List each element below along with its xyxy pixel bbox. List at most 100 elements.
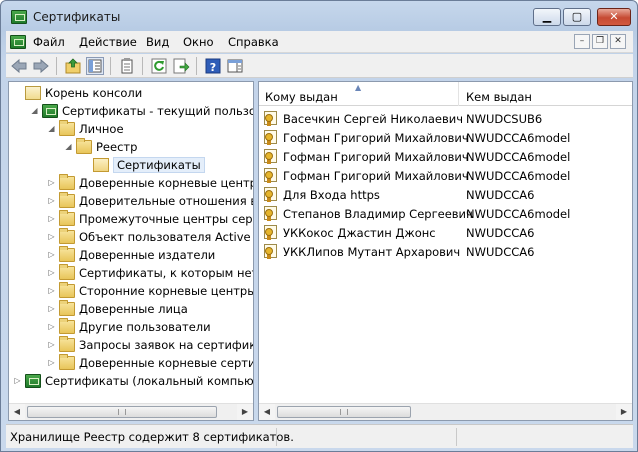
scroll-thumb[interactable] <box>277 406 411 418</box>
close-button[interactable]: ✕ <box>597 8 631 26</box>
document-icon[interactable] <box>10 35 26 49</box>
tree-item[interactable]: ▷ Доверенные издатели <box>9 246 253 264</box>
issued-to-cell: УККЛипов Мутант Архарович <box>283 245 461 259</box>
column-issued-by[interactable]: Кем выдан <box>460 82 632 106</box>
tree-item[interactable]: ▷ Другие пользователи <box>9 318 253 336</box>
tree-item[interactable]: ▷ Доверенные корневые сертифик <box>9 354 253 372</box>
table-row[interactable]: Гофман Григорий Михайлович NWUDCCA6model <box>259 166 632 185</box>
certificate-icon <box>264 130 280 145</box>
collapse-arrow-icon[interactable]: ◢ <box>30 106 39 115</box>
title-bar[interactable]: Сертификаты ▁ ▢ ✕ <box>1 1 637 31</box>
tree-item[interactable]: Сертификаты <box>9 156 253 174</box>
tree-item-label: Доверенные лица <box>79 302 188 316</box>
help-button[interactable]: ? <box>204 57 222 75</box>
menu-window[interactable]: Окно <box>183 35 214 49</box>
folder-icon <box>59 120 75 136</box>
minimize-button[interactable]: ▁ <box>533 8 561 26</box>
up-level-button[interactable] <box>64 57 82 75</box>
expand-arrow-icon[interactable]: ▷ <box>47 268 56 277</box>
help-icon: ? <box>205 58 221 74</box>
scroll-left-icon[interactable]: ◀ <box>259 404 275 420</box>
folder-icon <box>59 318 75 334</box>
tree-item[interactable]: ▷ Запросы заявок на сертификат <box>9 336 253 354</box>
tree-item[interactable]: ▷ Объект пользователя Active Direc <box>9 228 253 246</box>
tree-item-label: Объект пользователя Active Direc <box>79 230 253 244</box>
certificates-app-icon <box>11 10 27 24</box>
menu-bar: Файл Действие Вид Окно Справка – ❐ ✕ <box>6 31 633 53</box>
console-tree[interactable]: Корень консоли ◢ Сертификаты - текущий пол… <box>8 81 254 421</box>
tree-item[interactable]: ▷ Сертификаты, к которым нет до <box>9 264 253 282</box>
tree-item[interactable]: ◢ Личное <box>9 120 253 138</box>
expand-arrow-icon[interactable]: ▷ <box>47 304 56 313</box>
action-pane-button[interactable] <box>226 57 244 75</box>
column-issued-to[interactable]: ▲ Кому выдан <box>259 82 459 106</box>
mdi-close-button[interactable]: ✕ <box>610 34 626 49</box>
refresh-button[interactable] <box>150 57 168 75</box>
table-row[interactable]: Гофман Григорий Михайлович NWUDCCA6model <box>259 147 632 166</box>
back-button[interactable] <box>10 57 28 75</box>
scroll-right-icon[interactable]: ▶ <box>237 404 253 420</box>
tree-item-label: Другие пользователи <box>79 320 211 334</box>
expand-arrow-icon[interactable]: ▷ <box>47 232 56 241</box>
table-row[interactable]: Гофман Григорий Михайлович NWUDCCA6model <box>259 128 632 147</box>
expand-arrow-icon[interactable]: ▷ <box>47 358 56 367</box>
tree-item-label: Доверенные издатели <box>79 248 216 262</box>
tree-horizontal-scrollbar[interactable]: ◀ ▶ <box>9 403 253 420</box>
folder-icon <box>59 210 75 226</box>
expand-arrow-icon[interactable]: ▷ <box>47 286 56 295</box>
tree-item[interactable]: ◢ Реестр <box>9 138 253 156</box>
mdi-minimize-button[interactable]: – <box>574 34 590 49</box>
certificate-icon <box>264 244 280 259</box>
menu-help[interactable]: Справка <box>228 35 279 49</box>
table-row[interactable]: Для Входа https NWUDCCA6 <box>259 185 632 204</box>
folder-icon <box>59 174 75 190</box>
expand-arrow-icon[interactable]: ▷ <box>47 214 56 223</box>
results-list[interactable]: ▲ Кому выдан Кем выдан Васечкин Сергей Н… <box>258 81 633 421</box>
properties-button[interactable] <box>118 57 136 75</box>
tree-item[interactable]: ▷ Доверенные лица <box>9 300 253 318</box>
properties-icon <box>121 58 133 74</box>
expand-arrow-icon[interactable]: ▷ <box>47 250 56 259</box>
tree-item[interactable]: ▷ Доверенные корневые центры с <box>9 174 253 192</box>
tree-item[interactable]: ▷ Доверительные отношения в пр <box>9 192 253 210</box>
folder-open-icon <box>93 158 109 172</box>
folder-icon <box>59 282 75 298</box>
tree-item-label: Доверенные корневые сертифик <box>79 356 253 370</box>
expand-arrow-icon[interactable]: ▷ <box>47 196 56 205</box>
table-row[interactable]: УККокос Джастин Джонс NWUDCCA6 <box>259 223 632 242</box>
forward-icon <box>33 58 49 74</box>
collapse-arrow-icon[interactable]: ◢ <box>47 124 56 133</box>
export-list-button[interactable] <box>172 57 190 75</box>
maximize-button[interactable]: ▢ <box>563 8 591 26</box>
certificate-icon <box>264 149 280 164</box>
tree-item-label: Сертификаты <box>113 157 205 173</box>
table-row[interactable]: Васечкин Сергей Николаевич NWUDCSUB6 <box>259 109 632 128</box>
menu-file[interactable]: Файл <box>33 35 65 49</box>
mdi-restore-button[interactable]: ❐ <box>592 34 608 49</box>
menu-view[interactable]: Вид <box>146 35 169 49</box>
expand-arrow-icon[interactable]: ▷ <box>13 376 22 385</box>
expand-arrow-icon[interactable]: ▷ <box>47 340 56 349</box>
scroll-thumb[interactable] <box>27 406 217 418</box>
folder-icon <box>59 228 75 244</box>
show-tree-button[interactable] <box>86 57 104 75</box>
certificates-snapin-icon <box>25 374 41 388</box>
tree-item[interactable]: ◢ Сертификаты - текущий пользовате <box>9 102 253 120</box>
menu-action[interactable]: Действие <box>79 35 137 49</box>
tree-item[interactable]: ▷ Сторонние корневые центры сер <box>9 282 253 300</box>
scroll-left-icon[interactable]: ◀ <box>9 404 25 420</box>
tree-item[interactable]: Корень консоли <box>9 84 253 102</box>
table-row[interactable]: УККЛипов Мутант Архарович NWUDCCA6 <box>259 242 632 261</box>
tree-item[interactable]: ▷ Сертификаты (локальный компьюте <box>9 372 253 390</box>
collapse-arrow-icon[interactable]: ◢ <box>64 142 73 151</box>
status-separator <box>456 428 457 446</box>
issued-by-cell: NWUDCSUB6 <box>466 112 543 126</box>
issued-to-cell: Гофман Григорий Михайлович <box>283 131 469 145</box>
scroll-right-icon[interactable]: ▶ <box>616 404 632 420</box>
expand-arrow-icon[interactable]: ▷ <box>47 322 56 331</box>
expand-arrow-icon[interactable]: ▷ <box>47 178 56 187</box>
forward-button[interactable] <box>32 57 50 75</box>
list-horizontal-scrollbar[interactable]: ◀ ▶ <box>259 403 632 420</box>
tree-item[interactable]: ▷ Промежуточные центры сертиф <box>9 210 253 228</box>
table-row[interactable]: Степанов Владимир Сергеевич NWUDCCA6model <box>259 204 632 223</box>
